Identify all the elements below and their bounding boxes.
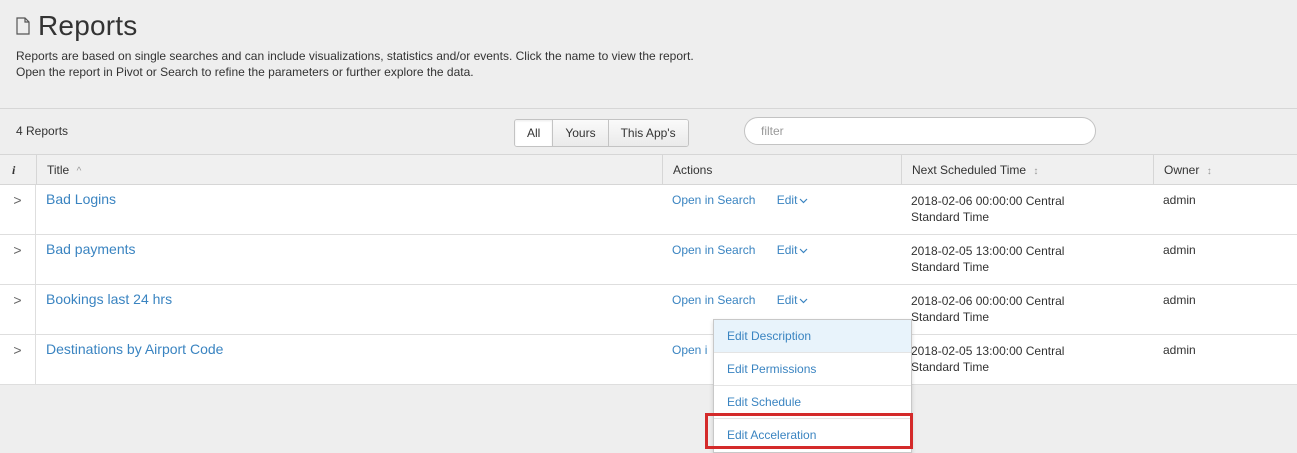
title-cell: Destinations by Airport Code bbox=[36, 335, 223, 384]
expand-row-icon[interactable]: > bbox=[0, 285, 36, 334]
expand-row-icon[interactable]: > bbox=[0, 335, 36, 384]
sort-ascending-icon: ^ bbox=[76, 166, 82, 177]
report-title-link[interactable]: Bookings last 24 hrs bbox=[46, 291, 172, 307]
scheduled-time-line-2: Standard Time bbox=[911, 260, 990, 274]
edit-label: Edit bbox=[776, 293, 798, 307]
page-description: Reports are based on single searches and… bbox=[16, 48, 694, 80]
edit-label: Edit bbox=[776, 243, 798, 257]
report-title-link[interactable]: Bad payments bbox=[46, 241, 136, 257]
filter-this-apps-button[interactable]: This App's bbox=[608, 120, 688, 146]
sort-icon: ↕ bbox=[1033, 166, 1039, 177]
chevron-down-icon bbox=[799, 298, 808, 304]
document-icon bbox=[16, 17, 30, 35]
actions-cell: Open in Search Edit bbox=[672, 185, 826, 234]
open-in-search-link[interactable]: Open in Search bbox=[672, 243, 755, 257]
actions-cell: Open in Search Edit bbox=[672, 235, 826, 284]
title-column-header[interactable]: Title ^ bbox=[36, 155, 662, 184]
owner-cell: admin bbox=[1163, 243, 1196, 257]
open-in-search-link[interactable]: Open in Search bbox=[672, 193, 755, 207]
table-row: > Bad Logins Open in Search Edit 2018-02… bbox=[0, 185, 1297, 235]
scheduled-time-line-2: Standard Time bbox=[911, 310, 990, 324]
report-title-link[interactable]: Destinations by Airport Code bbox=[46, 341, 223, 357]
table-row: > Destinations by Airport Code Open i 20… bbox=[0, 335, 1297, 385]
owner-cell: admin bbox=[1163, 193, 1196, 207]
title-column-label: Title bbox=[47, 163, 70, 177]
edit-dropdown-button[interactable]: Edit bbox=[777, 293, 809, 307]
scheduled-time-line-1: 2018-02-06 00:00:00 Central bbox=[911, 294, 1065, 308]
reports-count: 4 Reports bbox=[16, 124, 69, 138]
edit-schedule-menu-item[interactable]: Edit Schedule bbox=[714, 386, 911, 419]
next-scheduled-column-header[interactable]: Next Scheduled Time ↕ bbox=[901, 155, 1153, 184]
next-scheduled-cell: 2018-02-06 00:00:00 Central Standard Tim… bbox=[911, 185, 1141, 234]
description-line-1: Reports are based on single searches and… bbox=[16, 49, 694, 63]
owner-cell: admin bbox=[1163, 293, 1196, 307]
next-scheduled-cell: 2018-02-05 13:00:00 Central Standard Tim… bbox=[911, 235, 1141, 284]
title-cell: Bad payments bbox=[36, 235, 136, 284]
scheduled-time-line-1: 2018-02-06 00:00:00 Central bbox=[911, 194, 1065, 208]
next-scheduled-cell: 2018-02-05 13:00:00 Central Standard Tim… bbox=[911, 335, 1141, 384]
owner-column-label: Owner bbox=[1164, 163, 1200, 177]
sort-icon: ↕ bbox=[1206, 166, 1212, 177]
scheduled-time-line-1: 2018-02-05 13:00:00 Central bbox=[911, 344, 1065, 358]
expand-row-icon[interactable]: > bbox=[0, 185, 36, 234]
filter-input[interactable] bbox=[744, 117, 1096, 145]
page-header: Reports Reports are based on single sear… bbox=[0, 0, 1297, 108]
next-scheduled-cell: 2018-02-06 00:00:00 Central Standard Tim… bbox=[911, 285, 1141, 334]
table-row: > Bookings last 24 hrs Open in Search Ed… bbox=[0, 285, 1297, 335]
info-column-header: i bbox=[12, 163, 16, 177]
expand-row-icon[interactable]: > bbox=[0, 235, 36, 284]
actions-column-header: Actions bbox=[662, 155, 901, 184]
edit-dropdown-button[interactable]: Edit bbox=[777, 193, 809, 207]
scheduled-time-line-1: 2018-02-05 13:00:00 Central bbox=[911, 244, 1065, 258]
table-header: i Title ^ Actions Next Scheduled Time ↕ … bbox=[0, 154, 1297, 185]
page-title: Reports bbox=[38, 10, 138, 41]
edit-dropdown-menu: Edit Description Edit Permissions Edit S… bbox=[713, 319, 912, 453]
ownership-filter-group: All Yours This App's bbox=[514, 119, 689, 147]
table-row: > Bad payments Open in Search Edit 2018-… bbox=[0, 235, 1297, 285]
scheduled-time-line-2: Standard Time bbox=[911, 360, 990, 374]
edit-description-menu-item[interactable]: Edit Description bbox=[714, 320, 911, 353]
edit-dropdown-button[interactable]: Edit bbox=[777, 243, 809, 257]
edit-permissions-menu-item[interactable]: Edit Permissions bbox=[714, 353, 911, 386]
reports-toolbar: 4 Reports All Yours This App's bbox=[0, 108, 1297, 155]
report-title-link[interactable]: Bad Logins bbox=[46, 191, 116, 207]
next-scheduled-column-label: Next Scheduled Time bbox=[912, 163, 1027, 177]
chevron-down-icon bbox=[799, 198, 808, 204]
chevron-down-icon bbox=[799, 248, 808, 254]
description-line-2: Open the report in Pivot or Search to re… bbox=[16, 65, 474, 79]
title-cell: Bad Logins bbox=[36, 185, 116, 234]
title-cell: Bookings last 24 hrs bbox=[36, 285, 172, 334]
scheduled-time-line-2: Standard Time bbox=[911, 210, 990, 224]
owner-column-header[interactable]: Owner ↕ bbox=[1153, 155, 1297, 184]
title-row: Reports bbox=[16, 10, 137, 42]
filter-all-button[interactable]: All bbox=[515, 120, 554, 146]
open-in-search-link[interactable]: Open i bbox=[672, 343, 707, 357]
open-in-search-link[interactable]: Open in Search bbox=[672, 293, 755, 307]
reports-table: i Title ^ Actions Next Scheduled Time ↕ … bbox=[0, 154, 1297, 385]
edit-label: Edit bbox=[776, 193, 798, 207]
edit-acceleration-menu-item[interactable]: Edit Acceleration bbox=[714, 419, 911, 452]
owner-cell: admin bbox=[1163, 343, 1196, 357]
filter-yours-button[interactable]: Yours bbox=[553, 120, 609, 146]
